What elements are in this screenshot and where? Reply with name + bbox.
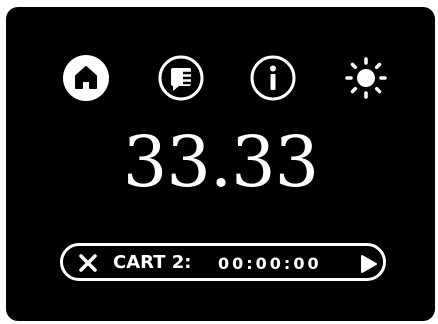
cart-timer: 00:00:00 [218, 254, 322, 273]
play-icon[interactable] [360, 254, 378, 274]
feedback-icon [158, 55, 204, 101]
brightness-icon [345, 57, 387, 99]
brightness-button[interactable] [342, 54, 390, 102]
feedback-button[interactable] [157, 54, 205, 102]
home-button[interactable] [62, 54, 110, 102]
cart-bar: CART 2: 00:00:00 [60, 243, 386, 281]
device-screen: 33.33 CART 2: 00:00:00 [6, 7, 435, 321]
main-value-display: 33.33 [122, 121, 319, 203]
info-icon [250, 55, 296, 101]
cart-label: CART 2: [113, 252, 192, 273]
close-icon[interactable] [78, 253, 98, 273]
home-icon [63, 55, 109, 101]
info-button[interactable] [249, 54, 297, 102]
